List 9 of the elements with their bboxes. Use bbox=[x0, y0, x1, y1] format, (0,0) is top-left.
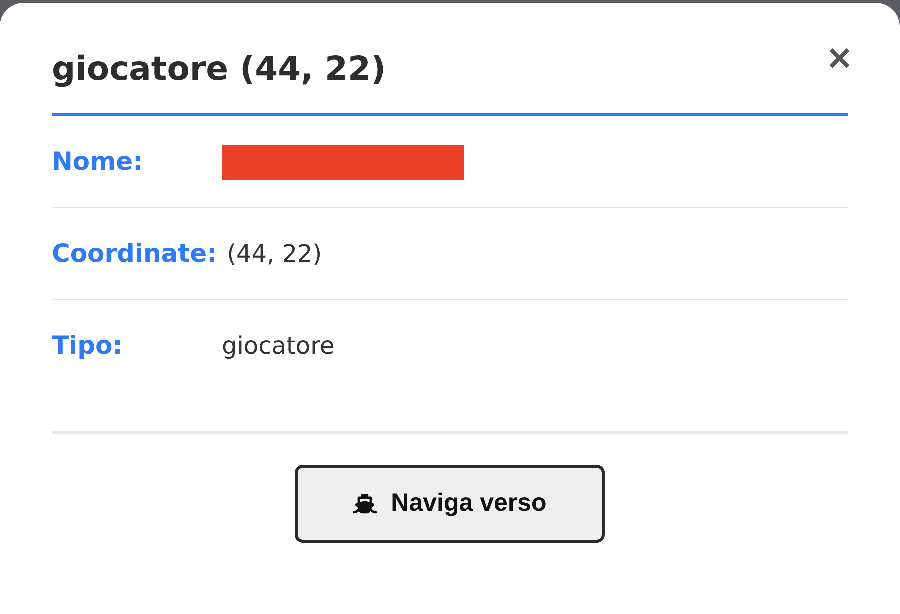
field-value: giocatore bbox=[222, 331, 335, 362]
ship-icon bbox=[353, 492, 378, 516]
dialog-title: giocatore (44, 22) bbox=[52, 48, 386, 90]
field-label: Nome: bbox=[52, 146, 144, 178]
field-label: Coordinate: bbox=[52, 238, 218, 270]
field-label: Tipo: bbox=[52, 330, 124, 362]
navigate-button[interactable]: Naviga verso bbox=[295, 465, 605, 543]
field-value: (44, 22) bbox=[227, 238, 322, 270]
close-button[interactable]: × bbox=[826, 41, 854, 75]
